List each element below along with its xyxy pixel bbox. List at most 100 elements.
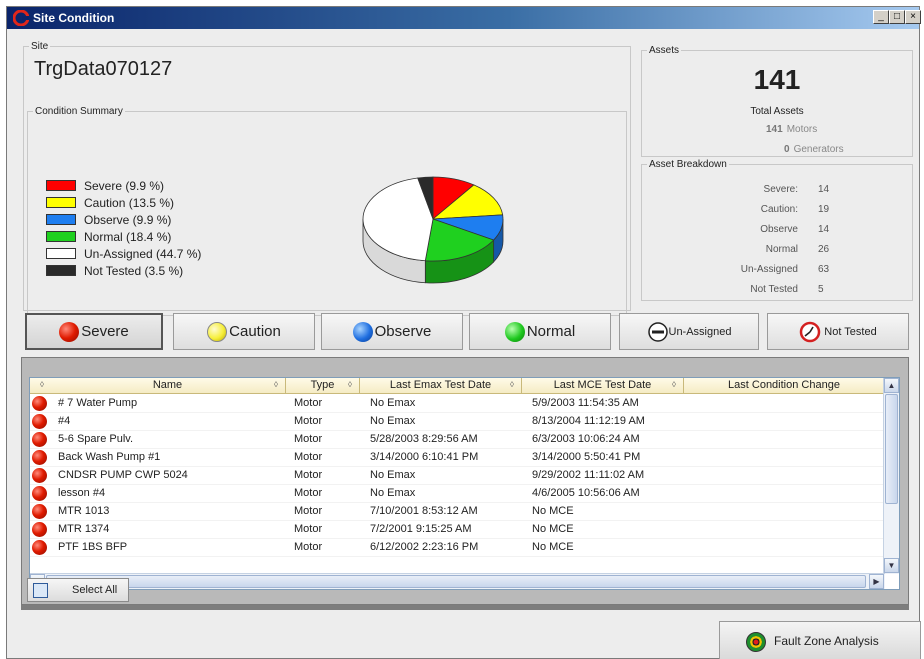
table-row[interactable]: MTR 1374 Motor 7/2/2001 9:15:25 AM No MCE [30, 521, 886, 539]
table-row[interactable]: lesson #4 Motor No Emax 4/6/2005 10:56:06 A… [30, 485, 886, 503]
not-tested-filter-button[interactable]: Not Tested [767, 313, 909, 350]
horizontal-scrollbar[interactable]: ◀ ▶ [30, 573, 885, 589]
select-all-button[interactable]: Select All [27, 578, 129, 602]
cell-emax-date: No Emax [370, 487, 416, 499]
severe-status-icon [32, 504, 47, 519]
column-header-condition-change[interactable]: Last Condition Change [684, 378, 884, 394]
legend-label: Severe (9.9 %) [84, 178, 165, 193]
select-all-label: Select All [72, 584, 118, 596]
table-row[interactable]: PTF 1BS BFP Motor 6/12/2002 2:23:16 PM No M… [30, 539, 886, 557]
vertical-scroll-thumb[interactable] [885, 394, 898, 504]
column-header-name[interactable]: Name [50, 378, 286, 394]
not-tested-swatch [46, 265, 76, 276]
table-row[interactable]: 5-6 Spare Pulv. Motor 5/28/2003 8:29:56 AM… [30, 431, 886, 449]
breakdown-value: 19 [818, 204, 830, 215]
unassigned-filter-button[interactable]: Un-Assigned [619, 313, 759, 350]
severe-status-icon [32, 522, 47, 537]
scroll-right-button[interactable]: ▶ [869, 574, 884, 589]
normal-ball-icon [504, 321, 525, 342]
normal-filter-label: Normal [526, 323, 576, 340]
scroll-up-button[interactable]: ▲ [884, 378, 899, 393]
sort-icon[interactable]: ◊ [40, 381, 48, 389]
legend-label: Caution (13.5 %) [84, 195, 175, 210]
cell-name: lesson #4 [58, 487, 106, 499]
caution-swatch [46, 197, 76, 208]
table-row[interactable]: CNDSR PUMP CWP 5024 Motor No Emax 9/29/2002… [30, 467, 886, 485]
sort-icon[interactable]: ◊ [274, 381, 282, 389]
cell-emax-date: 6/12/2002 2:23:16 PM [370, 541, 479, 553]
generators-count-row: 0 Generators [784, 144, 844, 155]
asset-grid-panel: ◊ Name ◊ Type ◊ Last Emax Test Date ◊ La… [21, 357, 909, 605]
cell-type: Motor [294, 451, 323, 463]
title-bar[interactable]: Site Condition _ □ × [7, 7, 921, 29]
breakdown-value: 26 [818, 244, 830, 255]
severe-filter-button[interactable]: Severe [25, 313, 163, 350]
sort-icon[interactable]: ◊ [348, 381, 356, 389]
legend-item-severe: Severe (9.9 %) [46, 177, 201, 194]
close-button[interactable]: × [905, 10, 921, 24]
vertical-scrollbar[interactable]: ▲ ▼ [883, 378, 899, 574]
breakdown-value: 14 [818, 224, 830, 235]
breakdown-label: Caution: [760, 204, 798, 215]
asset-table[interactable]: ◊ Name ◊ Type ◊ Last Emax Test Date ◊ La… [29, 377, 900, 590]
sort-icon[interactable]: ◊ [672, 381, 680, 389]
cell-emax-date: No Emax [370, 415, 416, 427]
select-all-icon [33, 583, 48, 598]
breakdown-value: 14 [818, 184, 830, 195]
severe-status-icon [32, 450, 47, 465]
severe-status-icon [32, 468, 47, 483]
assets-group: Assets 141 Total Assets 141 Motors 0 Gener… [641, 45, 913, 157]
column-header-emax-date[interactable]: Last Emax Test Date [360, 378, 522, 394]
cell-emax-date: 3/14/2000 6:10:41 PM [370, 451, 479, 463]
table-row[interactable]: Back Wash Pump #1 Motor 3/14/2000 6:10:41 … [30, 449, 886, 467]
breakdown-row-severe: Severe: 14 [642, 184, 912, 198]
legend-label: Observe (9.9 %) [84, 212, 172, 227]
table-row[interactable]: #4 Motor No Emax 8/13/2004 11:12:19 AM [30, 413, 886, 431]
fault-zone-analysis-label: Fault Zone Analysis [774, 634, 879, 648]
total-assets-count: 141 [753, 64, 801, 95]
cell-mce-date: 5/9/2003 11:54:35 AM [532, 397, 639, 409]
breakdown-label: Not Tested [750, 284, 798, 295]
legend-item-unassigned: Un-Assigned (44.7 %) [46, 245, 201, 262]
cell-type: Motor [294, 487, 323, 499]
app-logo-icon [13, 10, 29, 26]
cell-type: Motor [294, 505, 323, 517]
cell-type: Motor [294, 469, 323, 481]
site-group: Site TrgData070127 Condition Summary Sev… [23, 41, 631, 316]
severe-status-icon [32, 486, 47, 501]
cell-name: CNDSR PUMP CWP 5024 [58, 469, 188, 481]
fault-zone-analysis-button[interactable]: Fault Zone Analysis [719, 621, 921, 659]
caution-ball-icon [207, 321, 228, 342]
sort-icon[interactable]: ◊ [510, 381, 518, 389]
caution-filter-label: Caution [229, 323, 281, 340]
cell-type: Motor [294, 397, 323, 409]
legend-label: Un-Assigned (44.7 %) [84, 246, 202, 261]
observe-swatch [46, 214, 76, 225]
table-row[interactable]: # 7 Water Pump Motor No Emax 5/9/2003 11:54… [30, 395, 886, 413]
cell-name: PTF 1BS BFP [58, 541, 128, 553]
cell-emax-date: 7/2/2001 9:15:25 AM [370, 523, 472, 535]
scroll-down-button[interactable]: ▼ [884, 558, 899, 573]
cell-type: Motor [294, 523, 323, 535]
severe-status-icon [32, 432, 47, 447]
generators-count: 0 [784, 144, 790, 155]
table-row[interactable]: MTR 1013 Motor 7/10/2001 8:53:12 AM No MCE [30, 503, 886, 521]
condition-pie-chart [362, 176, 504, 284]
severe-ball-icon [59, 321, 80, 342]
severe-status-icon [32, 540, 47, 555]
observe-filter-button[interactable]: Observe [321, 313, 463, 350]
minimize-button[interactable]: _ [873, 10, 889, 24]
bottom-strip [21, 605, 909, 610]
column-header-mce-date[interactable]: Last MCE Test Date [522, 378, 684, 394]
restore-button[interactable]: □ [889, 10, 905, 24]
motors-count-row: 141 Motors [766, 124, 817, 135]
horizontal-scroll-thumb[interactable] [46, 575, 866, 588]
unassigned-filter-label: Un-Assigned [668, 325, 732, 338]
cell-name: Back Wash Pump #1 [58, 451, 161, 463]
caution-filter-button[interactable]: Caution [173, 313, 315, 350]
legend-label: Not Tested (3.5 %) [84, 263, 184, 278]
total-assets-label: Total Assets [750, 106, 804, 117]
cell-mce-date: 4/6/2005 10:56:06 AM [532, 487, 640, 499]
cell-emax-date: No Emax [370, 469, 416, 481]
normal-filter-button[interactable]: Normal [469, 313, 611, 350]
